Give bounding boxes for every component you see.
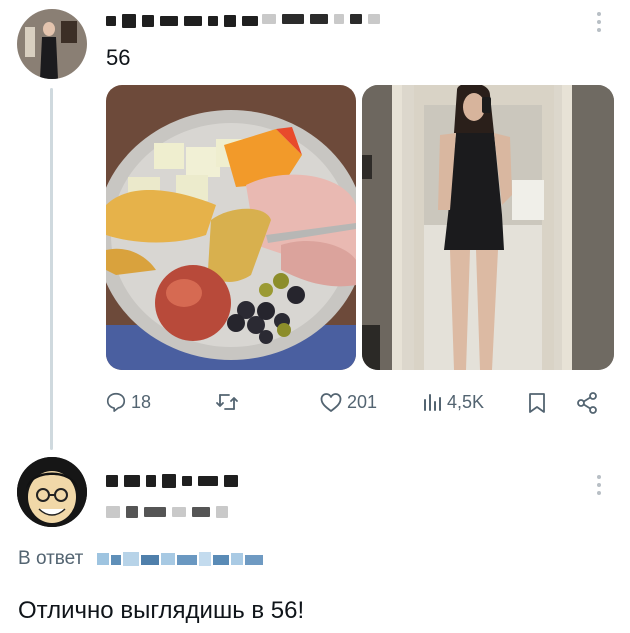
more-vertical-icon[interactable] [596,475,602,495]
reply-to-handle-censored[interactable] [96,549,265,569]
in-reply-prefix: В ответ [18,548,84,569]
replier-avatar[interactable] [17,457,87,527]
tweet-text: 56 [106,45,131,70]
retweet-icon [215,391,239,413]
author-handle-censored [262,14,380,24]
reply-count: 18 [131,391,152,412]
reply-action[interactable]: 18 [105,391,151,413]
more-vertical-icon[interactable] [596,12,602,32]
in-reply-to: В ответ [18,548,265,570]
share-action[interactable] [575,391,599,415]
comment-bubble-icon [105,391,127,413]
views-count: 4,5K [447,391,485,412]
retweet-action[interactable] [215,391,239,413]
reply-text: Отлично выглядишь в 56! [18,597,305,624]
media-mirror-photo[interactable] [362,85,614,370]
replier-handle-censored [106,506,228,518]
views-action[interactable]: 4,5K [421,391,484,413]
thread-connector-line [50,88,53,450]
heart-icon [319,391,343,413]
bookmark-icon [526,391,548,415]
author-name-censored [106,14,258,28]
like-action[interactable]: 201 [319,391,377,413]
media-food-photo[interactable] [106,85,356,370]
share-icon [575,391,599,415]
replier-name-censored [106,474,238,488]
tweet-actions-bar: 18 201 4,5K [105,387,605,421]
bar-chart-icon [421,391,443,413]
like-count: 201 [347,391,378,412]
author-avatar[interactable] [17,9,87,79]
bookmark-action[interactable] [526,391,548,415]
